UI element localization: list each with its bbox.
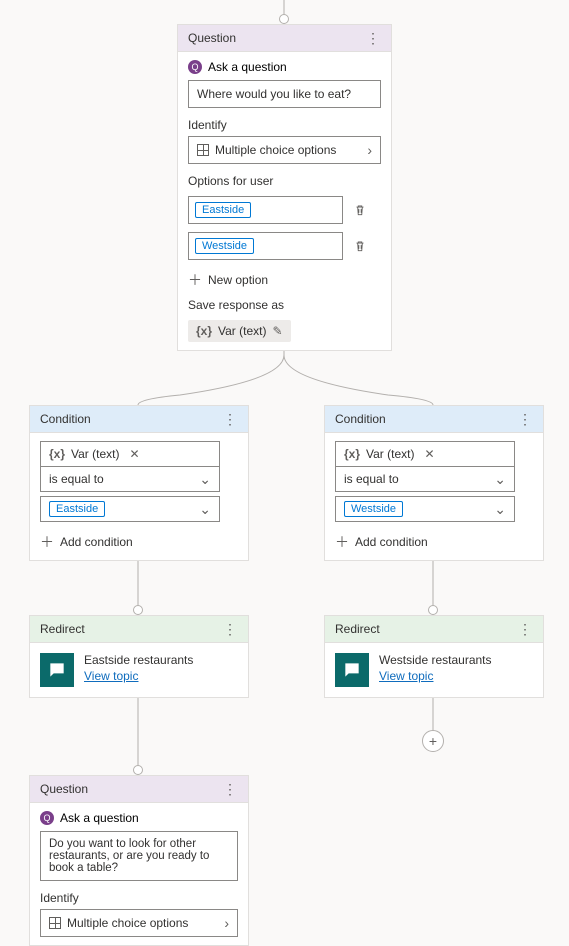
identify-select[interactable]: Multiple choice options › bbox=[40, 909, 238, 937]
options-label: Options for user bbox=[188, 174, 381, 188]
chevron-down-icon: ⌄ bbox=[199, 501, 211, 518]
more-icon[interactable]: ⋮ bbox=[518, 414, 533, 424]
operator-select[interactable]: is equal to ⌄ bbox=[335, 466, 515, 492]
chevron-down-icon: ⌄ bbox=[494, 501, 506, 518]
condition-node-1: Condition ⋮ {x} Var (text) ✕ is equal to… bbox=[29, 405, 249, 561]
node-title: Condition bbox=[335, 412, 386, 426]
question-prompt-input[interactable]: Where would you like to eat? bbox=[188, 80, 381, 108]
question-icon: Q bbox=[40, 811, 54, 825]
new-option-label: New option bbox=[208, 273, 268, 287]
clear-icon[interactable]: ✕ bbox=[129, 447, 139, 461]
value-tag: Eastside bbox=[49, 501, 105, 517]
more-icon[interactable]: ⋮ bbox=[518, 624, 533, 634]
identify-value: Multiple choice options bbox=[215, 143, 336, 157]
edit-icon[interactable]: ✎ bbox=[272, 324, 282, 338]
add-condition-button[interactable]: ＋ Add condition bbox=[335, 532, 533, 552]
ask-label: Ask a question bbox=[208, 60, 287, 74]
question-node-2: Question ⋮ Q Ask a question Do you want … bbox=[29, 775, 249, 946]
question-icon: Q bbox=[188, 60, 202, 74]
question-header: Question ⋮ bbox=[30, 776, 248, 803]
question-prompt-input[interactable]: Do you want to look for other restaurant… bbox=[40, 831, 238, 881]
condition-var-input[interactable]: {x} Var (text) ✕ bbox=[40, 441, 220, 467]
topic-icon bbox=[40, 653, 74, 687]
grid-icon bbox=[197, 144, 209, 156]
var-name: Var (text) bbox=[366, 447, 414, 461]
var-symbol-icon: {x} bbox=[344, 447, 360, 461]
chevron-right-icon: › bbox=[367, 142, 372, 158]
identify-value: Multiple choice options bbox=[67, 916, 188, 930]
condition-var-input[interactable]: {x} Var (text) ✕ bbox=[335, 441, 515, 467]
more-icon[interactable]: ⋮ bbox=[366, 33, 381, 43]
var-name: Var (text) bbox=[218, 324, 266, 338]
node-title: Condition bbox=[40, 412, 91, 426]
var-symbol-icon: {x} bbox=[196, 324, 212, 338]
port-redirect1-top bbox=[133, 605, 143, 615]
redirect-header: Redirect ⋮ bbox=[325, 616, 543, 643]
ask-row: Q Ask a question bbox=[188, 60, 381, 74]
port-top bbox=[279, 14, 289, 24]
operator-value: is equal to bbox=[49, 472, 104, 486]
add-condition-label: Add condition bbox=[355, 535, 428, 549]
chevron-down-icon: ⌄ bbox=[494, 471, 506, 488]
redirect-node-2: Redirect ⋮ Westside restaurants View top… bbox=[324, 615, 544, 698]
condition-header: Condition ⋮ bbox=[30, 406, 248, 433]
chevron-right-icon: › bbox=[224, 915, 229, 931]
identify-label: Identify bbox=[40, 891, 238, 905]
more-icon[interactable]: ⋮ bbox=[223, 784, 238, 794]
add-condition-button[interactable]: ＋ Add condition bbox=[40, 532, 238, 552]
node-title: Redirect bbox=[40, 622, 85, 636]
condition-header: Condition ⋮ bbox=[325, 406, 543, 433]
redirect-node-1: Redirect ⋮ Eastside restaurants View top… bbox=[29, 615, 249, 698]
redirect-title: Eastside restaurants bbox=[84, 653, 193, 667]
delete-option-icon[interactable] bbox=[353, 239, 367, 253]
ask-row: Q Ask a question bbox=[40, 811, 238, 825]
ask-label: Ask a question bbox=[60, 811, 139, 825]
clear-icon[interactable]: ✕ bbox=[424, 447, 434, 461]
var-name: Var (text) bbox=[71, 447, 119, 461]
add-condition-label: Add condition bbox=[60, 535, 133, 549]
save-as-label: Save response as bbox=[188, 298, 381, 312]
view-topic-link[interactable]: View topic bbox=[379, 669, 492, 683]
plus-icon: ＋ bbox=[188, 270, 202, 290]
plus-icon: ＋ bbox=[335, 532, 349, 552]
var-symbol-icon: {x} bbox=[49, 447, 65, 461]
option-input-1[interactable]: Eastside bbox=[188, 196, 343, 224]
delete-option-icon[interactable] bbox=[353, 203, 367, 217]
redirect-title: Westside restaurants bbox=[379, 653, 492, 667]
identify-select[interactable]: Multiple choice options › bbox=[188, 136, 381, 164]
grid-icon bbox=[49, 917, 61, 929]
value-tag: Westside bbox=[344, 501, 403, 517]
question-header: Question ⋮ bbox=[178, 25, 391, 52]
identify-label: Identify bbox=[188, 118, 381, 132]
port-question2-top bbox=[133, 765, 143, 775]
chevron-down-icon: ⌄ bbox=[199, 471, 211, 488]
more-icon[interactable]: ⋮ bbox=[223, 414, 238, 424]
value-select[interactable]: Eastside ⌄ bbox=[40, 496, 220, 522]
node-title: Question bbox=[188, 31, 236, 45]
variable-pill[interactable]: {x} Var (text) ✎ bbox=[188, 320, 291, 342]
port-redirect2-top bbox=[428, 605, 438, 615]
condition-node-2: Condition ⋮ {x} Var (text) ✕ is equal to… bbox=[324, 405, 544, 561]
redirect-header: Redirect ⋮ bbox=[30, 616, 248, 643]
operator-select[interactable]: is equal to ⌄ bbox=[40, 466, 220, 492]
value-select[interactable]: Westside ⌄ bbox=[335, 496, 515, 522]
option-tag: Westside bbox=[195, 238, 254, 254]
operator-value: is equal to bbox=[344, 472, 399, 486]
add-node-button[interactable]: + bbox=[422, 730, 444, 752]
node-title: Redirect bbox=[335, 622, 380, 636]
option-input-2[interactable]: Westside bbox=[188, 232, 343, 260]
topic-icon bbox=[335, 653, 369, 687]
more-icon[interactable]: ⋮ bbox=[223, 624, 238, 634]
option-tag: Eastside bbox=[195, 202, 251, 218]
view-topic-link[interactable]: View topic bbox=[84, 669, 193, 683]
node-title: Question bbox=[40, 782, 88, 796]
plus-icon: ＋ bbox=[40, 532, 54, 552]
new-option-button[interactable]: ＋ New option bbox=[188, 270, 381, 290]
question-node-1: Question ⋮ Q Ask a question Where would … bbox=[177, 24, 392, 351]
